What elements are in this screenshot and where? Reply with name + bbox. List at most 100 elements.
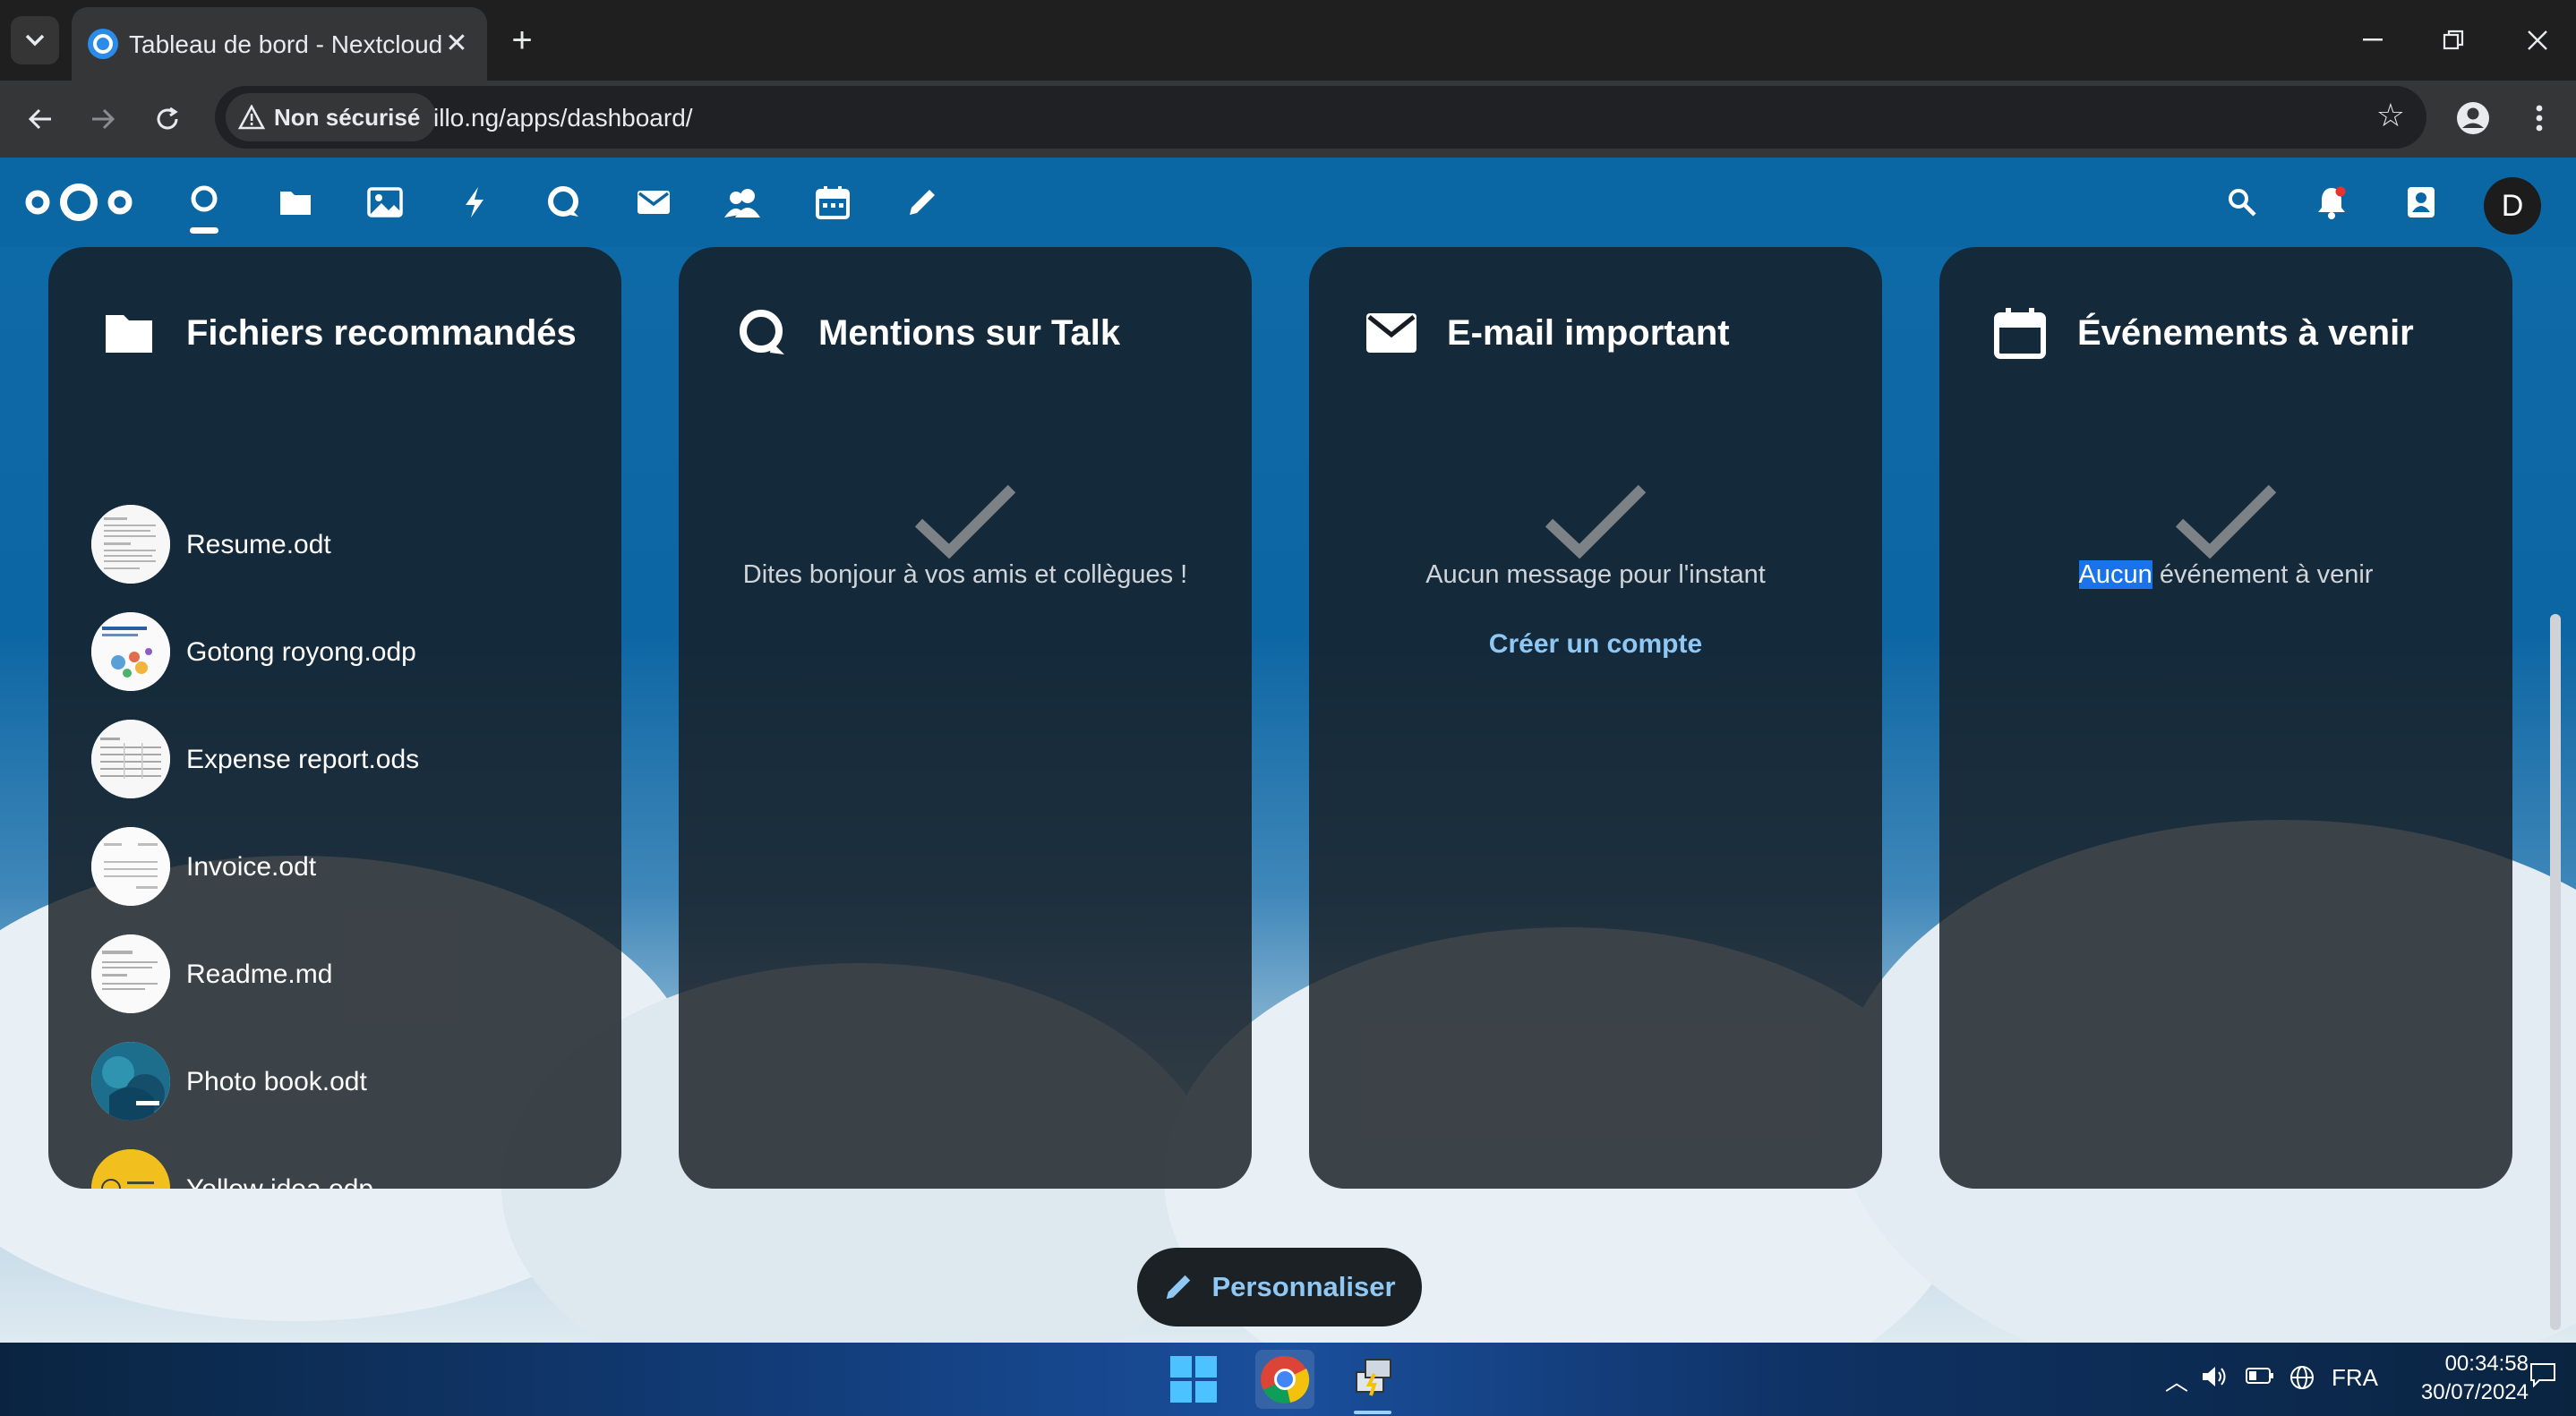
nextcloud-logo-icon[interactable]: [23, 181, 134, 224]
speaker-icon[interactable]: [2201, 1364, 2228, 1395]
mail-icon: [1366, 313, 1416, 353]
empty-message: Aucun événement à venir: [1939, 560, 2512, 590]
widget-header: E-mail important: [1309, 297, 1882, 369]
file-item[interactable]: Readme.md: [91, 934, 593, 1017]
browser-tab[interactable]: Tableau de bord - Nextcloud ✕: [72, 7, 487, 81]
widget-upcoming-events: Événements à venir Aucun événement à ven…: [1939, 247, 2512, 1189]
scrollbar-thumb[interactable]: [2550, 614, 2561, 1330]
language-indicator[interactable]: FRA: [2332, 1364, 2378, 1392]
forward-button[interactable]: [81, 97, 125, 141]
network-app-taskbar-icon[interactable]: [1343, 1350, 1402, 1409]
widget-title: Événements à venir: [2077, 313, 2414, 353]
customize-button[interactable]: Personnaliser: [1137, 1248, 1422, 1326]
windows-taskbar: ︿ FRA 00:34:58 30/07/2024: [0, 1343, 2576, 1416]
file-thumbnail: [91, 505, 170, 584]
app-files-icon[interactable]: [274, 181, 317, 224]
new-tab-button[interactable]: +: [501, 20, 543, 61]
windows-start-icon[interactable]: [1164, 1350, 1223, 1409]
folder-icon: [106, 315, 152, 353]
app-photos-icon[interactable]: [364, 181, 407, 224]
file-item[interactable]: Photo book.odt: [91, 1042, 593, 1124]
chevron-down-icon: [25, 34, 45, 47]
file-name: Resume.odt: [186, 530, 331, 559]
file-thumbnail: [91, 827, 170, 906]
battery-icon[interactable]: [2246, 1364, 2274, 1392]
app-calendar-icon[interactable]: [811, 181, 854, 224]
widget-title: E-mail important: [1447, 313, 1730, 353]
arrow-left-icon: [28, 108, 51, 130]
page-scrollbar[interactable]: [2543, 247, 2568, 1343]
kebab-menu-icon: [2536, 105, 2543, 132]
notification-center-icon[interactable]: [2529, 1361, 2557, 1395]
browser-menu-button[interactable]: [2516, 95, 2563, 141]
app-activity-icon[interactable]: [453, 181, 496, 224]
pencil-icon: [1167, 1275, 1191, 1300]
widget-important-mail: E-mail important Aucun message pour l'in…: [1309, 247, 1882, 1189]
globe-icon[interactable]: [2289, 1364, 2315, 1397]
tab-list-button[interactable]: [11, 16, 59, 64]
file-item[interactable]: Expense report.ods: [91, 720, 593, 802]
app-mail-icon[interactable]: [632, 181, 675, 224]
active-app-indicator: [190, 227, 218, 234]
file-thumbnail: [91, 720, 170, 798]
bookmark-star-icon[interactable]: ☆: [2376, 97, 2405, 134]
back-button[interactable]: [18, 97, 63, 141]
reload-button[interactable]: [145, 97, 190, 141]
close-icon: [2528, 30, 2547, 50]
chrome-taskbar-icon[interactable]: [1255, 1350, 1314, 1409]
file-name: Gotong royong.odp: [186, 637, 416, 667]
minimize-button[interactable]: [2346, 16, 2400, 64]
file-item[interactable]: Yellow idea.odp: [91, 1149, 593, 1189]
arrow-right-icon: [92, 108, 116, 130]
file-name: Readme.md: [186, 960, 333, 989]
file-thumbnail: [91, 1042, 170, 1121]
widget-title: Mentions sur Talk: [818, 313, 1121, 353]
minimize-icon: [2363, 38, 2383, 41]
widget-header: Mentions sur Talk: [679, 297, 1252, 369]
nextcloud-header: D: [0, 158, 2576, 247]
url-text[interactable]: illo.ng/apps/dashboard/: [433, 104, 693, 132]
empty-message: Dites bonjour à vos amis et collègues !: [742, 560, 1188, 589]
tab-title: Tableau de bord - Nextcloud: [129, 30, 443, 58]
selected-text: Aucun: [2078, 560, 2152, 589]
restore-button[interactable]: [2426, 16, 2480, 64]
search-icon[interactable]: [2221, 181, 2264, 224]
close-tab-icon[interactable]: ✕: [441, 27, 473, 59]
widget-recommended-files: Fichiers recommandés Resume.odt Gotong r…: [48, 247, 621, 1189]
checkmark-icon: [2175, 484, 2277, 559]
calendar-icon: [1994, 308, 2046, 359]
security-label: Non sécurisé: [274, 103, 421, 131]
file-thumbnail: [91, 1149, 170, 1189]
taskbar-clock[interactable]: 00:34:58 30/07/2024: [2376, 1350, 2529, 1407]
profile-button[interactable]: [2450, 95, 2496, 141]
warning-icon: [238, 105, 265, 130]
file-name: Yellow idea.odp: [186, 1174, 373, 1189]
user-avatar[interactable]: D: [2484, 177, 2541, 235]
security-chip[interactable]: Non sécurisé: [226, 93, 437, 141]
chevron-up-icon[interactable]: ︿: [2165, 1364, 2188, 1397]
app-talk-icon[interactable]: [543, 181, 586, 224]
app-contacts-icon[interactable]: [722, 181, 765, 224]
active-app-indicator: [1354, 1411, 1391, 1414]
file-item[interactable]: Resume.odt: [91, 505, 593, 587]
file-name: Photo book.odt: [186, 1067, 367, 1096]
profile-icon: [2457, 102, 2489, 134]
widget-talk-mentions: Mentions sur Talk Dites bonjour à vos am…: [679, 247, 1252, 1189]
contacts-menu-icon[interactable]: [2400, 181, 2443, 224]
app-notes-icon[interactable]: [901, 181, 944, 224]
create-account-button[interactable]: Créer un compte: [1452, 614, 1739, 675]
notifications-bell-icon[interactable]: [2310, 181, 2353, 224]
app-dashboard-icon[interactable]: [183, 181, 226, 224]
reload-icon: [157, 107, 178, 130]
file-thumbnail: [91, 934, 170, 1013]
restore-icon: [2443, 30, 2464, 50]
clock-date: 30/07/2024: [2420, 1380, 2529, 1404]
close-window-button[interactable]: [2511, 16, 2564, 64]
checkmark-icon: [1545, 484, 1647, 559]
widget-title: Fichiers recommandés: [186, 313, 577, 353]
browser-toolbar: Non sécurisé illo.ng/apps/dashboard/ ☆: [0, 81, 2576, 158]
file-item[interactable]: Gotong royong.odp: [91, 612, 593, 695]
file-item[interactable]: Invoice.odt: [91, 827, 593, 909]
empty-message-rest: événement à venir: [2152, 560, 2374, 589]
address-bar[interactable]: Non sécurisé illo.ng/apps/dashboard/ ☆: [215, 86, 2426, 149]
